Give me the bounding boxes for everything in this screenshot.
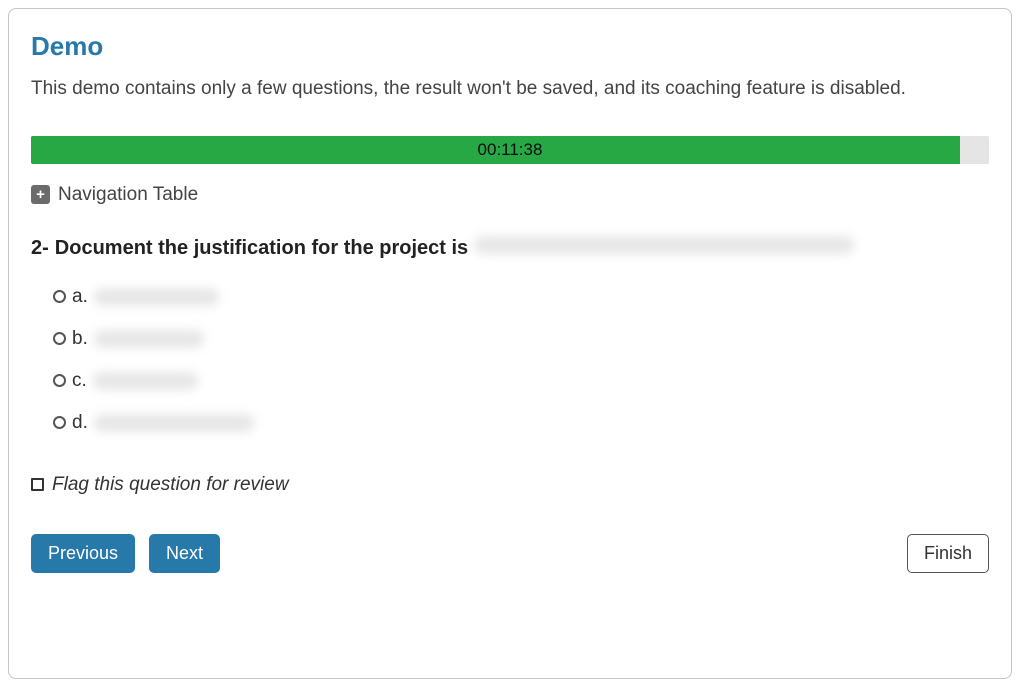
- checkbox-icon[interactable]: [31, 478, 44, 491]
- plus-icon: +: [31, 185, 50, 204]
- radio-icon[interactable]: [53, 332, 66, 345]
- option-letter: b.: [72, 328, 88, 350]
- question-stem: Document the justification for the proje…: [55, 237, 468, 260]
- question-number: 2-: [31, 237, 49, 260]
- radio-icon[interactable]: [53, 290, 66, 303]
- quiz-panel: Demo This demo contains only a few quest…: [8, 8, 1012, 679]
- option-blurred-text: [94, 288, 219, 306]
- page-title: Demo: [31, 31, 989, 62]
- option-d[interactable]: d.: [53, 412, 989, 434]
- next-button[interactable]: Next: [149, 534, 220, 573]
- finish-button[interactable]: Finish: [907, 534, 989, 573]
- option-blurred-text: [94, 330, 204, 348]
- question-text: 2- Document the justification for the pr…: [31, 236, 989, 260]
- option-blurred-text: [93, 372, 198, 390]
- question-blurred-portion: [474, 236, 854, 254]
- navigation-toggle[interactable]: + Navigation Table: [31, 184, 989, 206]
- options-list: a. b. c. d.: [53, 286, 989, 434]
- option-a[interactable]: a.: [53, 286, 989, 308]
- button-row: Previous Next Finish: [31, 534, 989, 573]
- option-c[interactable]: c.: [53, 370, 989, 392]
- option-letter: a.: [72, 286, 88, 308]
- flag-for-review[interactable]: Flag this question for review: [31, 474, 989, 496]
- radio-icon[interactable]: [53, 374, 66, 387]
- option-letter: c.: [72, 370, 87, 392]
- previous-button[interactable]: Previous: [31, 534, 135, 573]
- navigation-toggle-label: Navigation Table: [58, 184, 198, 206]
- timer-progress-bar: 00:11:38: [31, 136, 989, 164]
- option-blurred-text: [94, 414, 254, 432]
- option-letter: d.: [72, 412, 88, 434]
- page-subtitle: This demo contains only a few questions,…: [31, 76, 989, 102]
- timer-text: 00:11:38: [31, 136, 989, 164]
- radio-icon[interactable]: [53, 416, 66, 429]
- flag-label: Flag this question for review: [52, 474, 289, 496]
- option-b[interactable]: b.: [53, 328, 989, 350]
